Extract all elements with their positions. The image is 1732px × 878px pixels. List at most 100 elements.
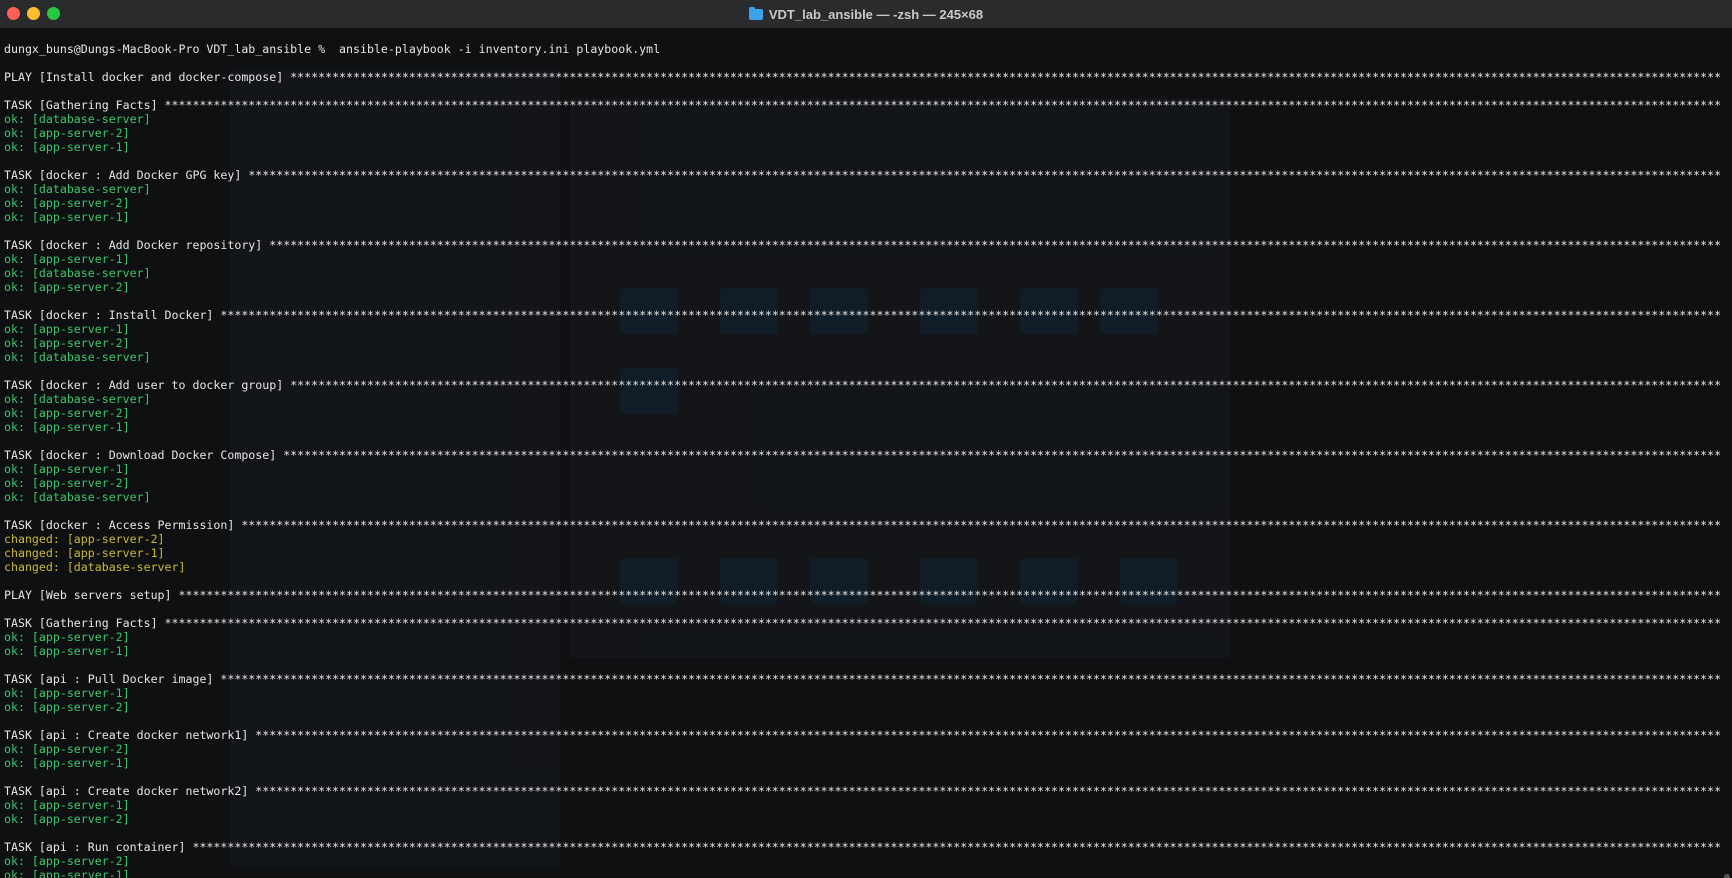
terminal-output[interactable]: dungx_buns@Dungs-MacBook-Pro VDT_lab_ans… bbox=[0, 28, 1732, 878]
command-text: ansible-playbook -i inventory.ini playbo… bbox=[332, 42, 661, 56]
ok-result-line: ok: [database-server] bbox=[4, 490, 1720, 504]
task-header-line: TASK [Gathering Facts] *****************… bbox=[4, 98, 1720, 112]
window-titlebar: VDT_lab_ansible — -zsh — 245×68 bbox=[0, 0, 1732, 29]
task-title: TASK [docker : Access Permission] bbox=[4, 518, 242, 532]
ok-result-text: ok: [app-server-1] bbox=[4, 420, 130, 434]
ok-result-line: ok: [app-server-1] bbox=[4, 756, 1720, 770]
ok-result-line: ok: [app-server-1] bbox=[4, 798, 1720, 812]
ok-result-line: ok: [app-server-2] bbox=[4, 476, 1720, 490]
changed-result-text: changed: [database-server] bbox=[4, 560, 186, 574]
task-title: TASK [docker : Add user to docker group] bbox=[4, 378, 291, 392]
task-header-line: TASK [api : Create docker network1] ****… bbox=[4, 728, 1720, 742]
ok-result-line: ok: [app-server-2] bbox=[4, 336, 1720, 350]
ok-result-line: ok: [app-server-2] bbox=[4, 126, 1720, 140]
task-title: TASK [docker : Add Docker GPG key] bbox=[4, 168, 249, 182]
ok-result-text: ok: [app-server-2] bbox=[4, 406, 130, 420]
terminal-scrollbar[interactable] bbox=[1724, 64, 1730, 878]
separator-stars: ****************************************… bbox=[290, 378, 1720, 392]
task-title: TASK [docker : Add Docker repository] bbox=[4, 238, 270, 252]
play-header-line: PLAY [Install docker and docker-compose]… bbox=[4, 70, 1720, 84]
ok-result-line: ok: [app-server-2] bbox=[4, 854, 1720, 868]
separator-stars: ****************************************… bbox=[248, 168, 1720, 182]
ok-result-line: ok: [database-server] bbox=[4, 266, 1720, 280]
ok-result-line: ok: [database-server] bbox=[4, 392, 1720, 406]
ok-result-text: ok: [database-server] bbox=[4, 266, 151, 280]
separator-stars: ****************************************… bbox=[241, 518, 1720, 532]
separator-stars: ****************************************… bbox=[164, 616, 1720, 630]
task-header-line: TASK [docker : Install Docker] *********… bbox=[4, 308, 1720, 322]
play-title: PLAY [Web servers setup] bbox=[4, 588, 179, 602]
task-header-line: TASK [api : Create docker network2] ****… bbox=[4, 784, 1720, 798]
ok-result-text: ok: [app-server-2] bbox=[4, 700, 130, 714]
separator-stars: ****************************************… bbox=[164, 98, 1720, 112]
changed-result-line: changed: [database-server] bbox=[4, 560, 1720, 574]
task-header-line: TASK [api : Pull Docker image] *********… bbox=[4, 672, 1720, 686]
separator-stars: ****************************************… bbox=[255, 728, 1720, 742]
ok-result-text: ok: [app-server-2] bbox=[4, 630, 130, 644]
ok-result-text: ok: [app-server-1] bbox=[4, 756, 130, 770]
changed-result-text: changed: [app-server-2] bbox=[4, 532, 165, 546]
ok-result-text: ok: [app-server-1] bbox=[4, 140, 130, 154]
window-title-container: VDT_lab_ansible — -zsh — 245×68 bbox=[0, 0, 1732, 28]
ok-result-line: ok: [app-server-1] bbox=[4, 420, 1720, 434]
ok-result-line: ok: [app-server-1] bbox=[4, 686, 1720, 700]
ok-result-line: ok: [app-server-2] bbox=[4, 630, 1720, 644]
separator-stars: ****************************************… bbox=[220, 672, 1720, 686]
ok-result-line: ok: [app-server-2] bbox=[4, 812, 1720, 826]
ok-result-text: ok: [app-server-1] bbox=[4, 462, 130, 476]
separator-stars: ****************************************… bbox=[283, 448, 1720, 462]
ok-result-text: ok: [app-server-1] bbox=[4, 210, 130, 224]
window-title: VDT_lab_ansible — -zsh — 245×68 bbox=[768, 6, 984, 22]
ok-result-text: ok: [app-server-2] bbox=[4, 742, 130, 756]
ok-result-text: ok: [app-server-2] bbox=[4, 126, 130, 140]
ok-result-line: ok: [app-server-1] bbox=[4, 462, 1720, 476]
separator-stars: ****************************************… bbox=[220, 308, 1720, 322]
ok-result-text: ok: [app-server-2] bbox=[4, 196, 130, 210]
task-header-line: TASK [docker : Add Docker GPG key] *****… bbox=[4, 168, 1720, 182]
ok-result-text: ok: [app-server-2] bbox=[4, 476, 130, 490]
task-header-line: TASK [docker : Download Docker Compose] … bbox=[4, 448, 1720, 462]
ok-result-line: ok: [app-server-2] bbox=[4, 196, 1720, 210]
task-title: TASK [api : Pull Docker image] bbox=[4, 672, 221, 686]
terminal-lines: dungx_buns@Dungs-MacBook-Pro VDT_lab_ans… bbox=[4, 42, 1720, 878]
separator-stars: ****************************************… bbox=[255, 784, 1720, 798]
ok-result-text: ok: [database-server] bbox=[4, 490, 151, 504]
task-title: TASK [docker : Install Docker] bbox=[4, 308, 221, 322]
ok-result-text: ok: [database-server] bbox=[4, 182, 151, 196]
task-title: TASK [api : Create docker network2] bbox=[4, 784, 256, 798]
ok-result-line: ok: [app-server-1] bbox=[4, 644, 1720, 658]
ok-result-line: ok: [app-server-1] bbox=[4, 868, 1720, 878]
ok-result-line: ok: [app-server-1] bbox=[4, 210, 1720, 224]
task-header-line: TASK [api : Run container] *************… bbox=[4, 840, 1720, 854]
ok-result-line: ok: [app-server-2] bbox=[4, 700, 1720, 714]
separator-stars: ****************************************… bbox=[269, 238, 1720, 252]
ok-result-text: ok: [app-server-1] bbox=[4, 644, 130, 658]
task-title: TASK [api : Create docker network1] bbox=[4, 728, 256, 742]
ok-result-line: ok: [database-server] bbox=[4, 350, 1720, 364]
scrollbar-thumb[interactable] bbox=[1724, 874, 1730, 878]
ok-result-line: ok: [app-server-2] bbox=[4, 742, 1720, 756]
ok-result-line: ok: [app-server-1] bbox=[4, 252, 1720, 266]
task-title: TASK [docker : Download Docker Compose] bbox=[4, 448, 284, 462]
ok-result-text: ok: [app-server-2] bbox=[4, 812, 130, 826]
ok-result-text: ok: [database-server] bbox=[4, 350, 151, 364]
separator-stars: ****************************************… bbox=[192, 840, 1720, 854]
ok-result-text: ok: [app-server-1] bbox=[4, 798, 130, 812]
folder-icon bbox=[748, 6, 763, 20]
ok-result-line: ok: [app-server-2] bbox=[4, 280, 1720, 294]
ok-result-line: ok: [app-server-1] bbox=[4, 140, 1720, 154]
prompt-line: dungx_buns@Dungs-MacBook-Pro VDT_lab_ans… bbox=[4, 42, 1720, 56]
play-title: PLAY [Install docker and docker-compose] bbox=[4, 70, 291, 84]
ok-result-text: ok: [database-server] bbox=[4, 392, 151, 406]
